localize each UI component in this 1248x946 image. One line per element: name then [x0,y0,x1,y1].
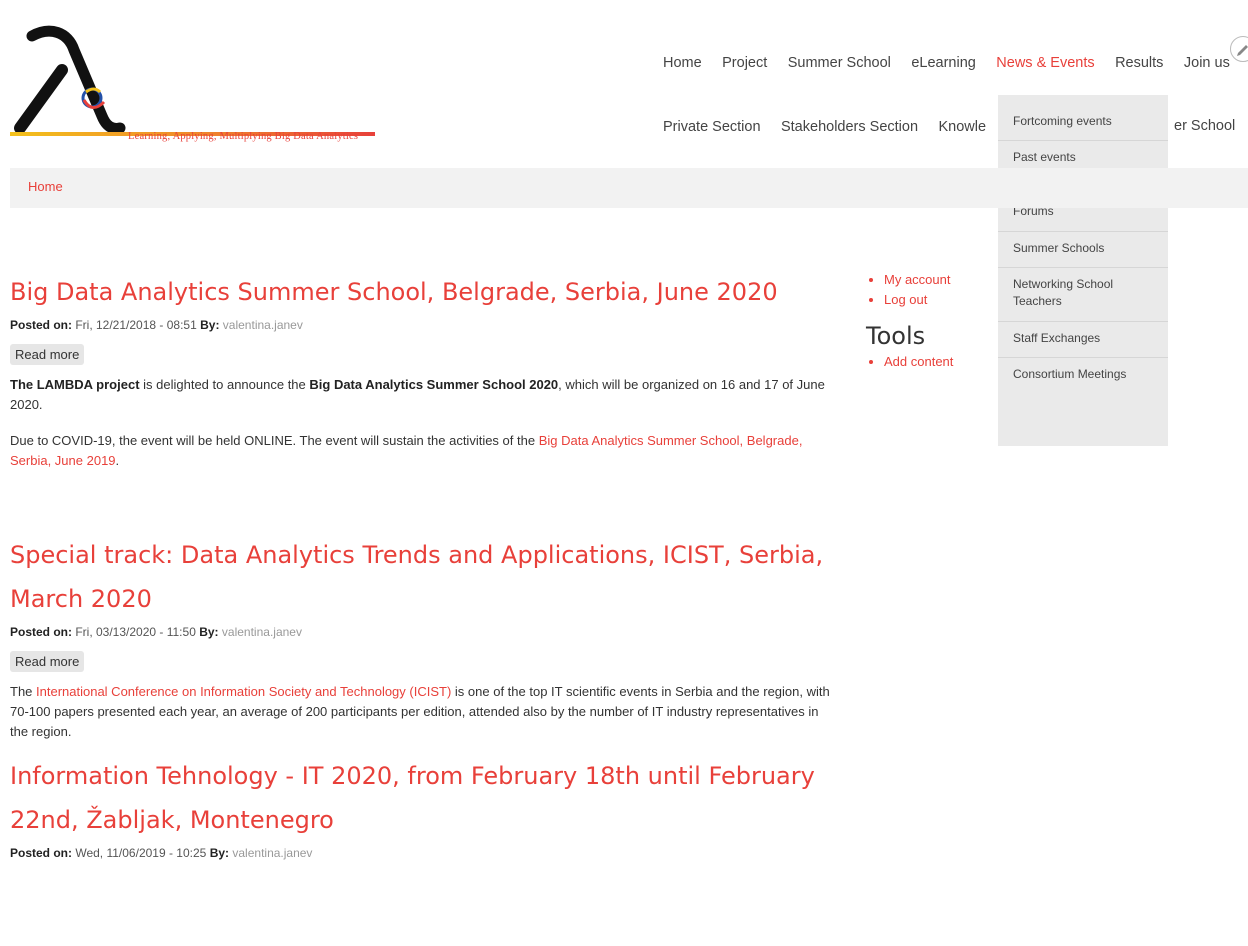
posted-label: Posted on: [10,846,72,860]
site-logo[interactable]: Learning, Applying, Multiplying Big Data… [10,18,380,143]
body-text: is delighted to announce the [139,377,310,392]
nav-stakeholders-section[interactable]: Stakeholders Section [781,119,918,135]
inline-link[interactable]: International Conference on Information … [36,684,451,699]
by-label: By: [209,846,230,860]
article-title-link[interactable]: Information Tehnology - IT 2020, from Fe… [10,754,830,842]
by-label: By: [199,625,219,639]
pencil-icon[interactable] [1230,36,1248,62]
dropdown-item-networking-school-teachers[interactable]: Networking School Teachers [998,268,1168,322]
breadcrumb: Home [10,168,1248,208]
by-label: By: [200,318,220,332]
nav-news-events[interactable]: News & Events [996,55,1094,71]
dropdown-item-summer-schools[interactable]: Summer Schools [998,232,1168,268]
article: Special track: Data Analytics Trends and… [10,533,830,742]
posted-date: Wed, 11/06/2019 - 10:25 [75,846,207,860]
author-link[interactable]: valentina.janev [222,625,302,639]
posted-date: Fri, 03/13/2020 - 11:50 [75,625,196,639]
nav-private-section[interactable]: Private Section [663,119,761,135]
article-list: Big Data Analytics Summer School, Belgra… [10,270,830,860]
user-menu: My account Log out [866,270,996,310]
body-text: The [10,684,37,699]
tools-heading: Tools [866,322,926,350]
main-nav: Home Project Summer School eLearning New… [663,54,1248,74]
article-body-paragraph: Due to COVID-19, the event will be held … [10,431,830,471]
author-link[interactable]: valentina.janev [223,318,303,332]
add-content-link[interactable]: Add content [884,352,996,372]
log-out-link[interactable]: Log out [884,290,996,310]
tools-menu: Add content [866,352,996,372]
dropdown-item-consortium-meetings[interactable]: Consortium Meetings [998,358,1168,393]
body-text: . [115,453,120,468]
read-more-button[interactable]: Read more [10,651,85,672]
sidebar: My account Log out Tools Add content [866,270,996,372]
nav-home[interactable]: Home [663,55,702,71]
my-account-link[interactable]: My account [884,270,996,290]
article-meta: Posted on: Wed, 11/06/2019 - 10:25 By: v… [10,846,830,860]
bold-text: Big Data Analytics Summer School 2020 [309,377,559,392]
article: Information Tehnology - IT 2020, from Fe… [10,754,830,860]
article-title-link[interactable]: Big Data Analytics Summer School, Belgra… [10,270,830,314]
dropdown-item-staff-exchanges[interactable]: Staff Exchanges [998,322,1168,359]
breadcrumb-home-link[interactable]: Home [28,179,63,194]
lambda-logo-icon [10,25,375,136]
article-meta: Posted on: Fri, 03/13/2020 - 11:50 By: v… [10,625,830,639]
author-link[interactable]: valentina.janev [232,846,312,860]
article-meta: Posted on: Fri, 12/21/2018 - 08:51 By: v… [10,318,830,332]
read-more-button[interactable]: Read more [10,344,85,365]
nav-summer-school-2[interactable]: er School [1174,118,1235,134]
nav-results[interactable]: Results [1115,55,1163,71]
posted-label: Posted on: [10,318,72,332]
article-body-paragraph: The International Conference on Informat… [10,682,830,742]
article: Big Data Analytics Summer School, Belgra… [10,270,830,471]
posted-label: Posted on: [10,625,72,639]
nav-summer-school[interactable]: Summer School [788,55,891,71]
news-events-dropdown: Fortcoming events Past events Research-I… [998,95,1168,446]
article-body-paragraph: The LAMBDA project is delighted to annou… [10,375,830,415]
posted-date: Fri, 12/21/2018 - 08:51 [75,318,197,332]
nav-join-us[interactable]: Join us [1184,55,1230,71]
article-title-link[interactable]: Special track: Data Analytics Trends and… [10,533,830,621]
dropdown-item-fortcoming-events[interactable]: Fortcoming events [998,105,1168,142]
nav-elearning[interactable]: eLearning [911,55,976,71]
logo-tagline: Learning, Applying, Multiplying Big Data… [128,131,359,142]
nav-project[interactable]: Project [722,55,767,71]
bold-text: The LAMBDA project [10,377,140,392]
body-text: Due to COVID-19, the event will be held … [10,433,539,448]
nav-knowledge[interactable]: Knowle [938,119,986,135]
